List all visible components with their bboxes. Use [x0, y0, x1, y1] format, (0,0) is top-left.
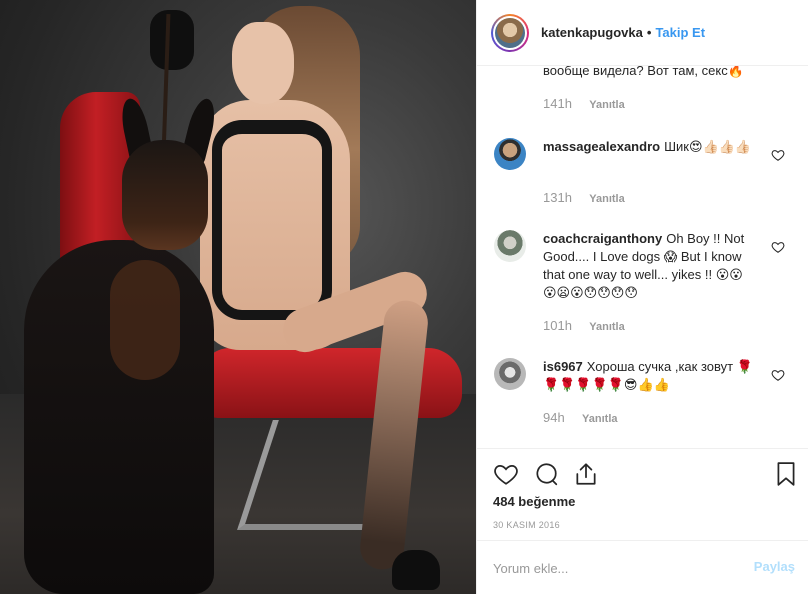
commenter-username[interactable]: is6967 — [543, 359, 583, 374]
comment-time[interactable]: 141h — [543, 96, 572, 111]
commenter-avatar[interactable] — [494, 230, 526, 262]
woman-glove — [150, 10, 194, 70]
comment-meta: 94h Yanıtla — [543, 410, 618, 425]
commenter-avatar[interactable] — [494, 138, 526, 170]
reply-button[interactable]: Yanıtla — [582, 413, 617, 425]
commenter-username[interactable]: coachcraiganthony — [543, 231, 662, 246]
post-photo[interactable] — [0, 0, 476, 594]
post-header: katenkapugovka • Takip Et — [477, 0, 808, 66]
post-sidebar: katenkapugovka • Takip Et вообще видела?… — [476, 0, 808, 594]
bookmark-icon[interactable] — [773, 461, 799, 487]
avatar-border — [493, 15, 527, 50]
comment-meta: 131h Yanıtla — [543, 190, 625, 205]
comment-meta: 141h Yanıtla — [543, 96, 625, 111]
share-icon[interactable] — [573, 461, 599, 487]
comment-text: вообще видела? Вот там, секс🔥 — [543, 66, 744, 78]
post-comment-button[interactable]: Paylaş — [754, 559, 795, 574]
post-actions: 484 beğenme 30 KASIM 2016 — [477, 448, 808, 540]
dog-head — [122, 140, 208, 250]
dog-chest — [110, 260, 180, 380]
post-date[interactable]: 30 KASIM 2016 — [493, 520, 560, 530]
add-comment-bar: Paylaş — [477, 540, 808, 594]
commenter-username[interactable]: massagealexandro — [543, 139, 660, 154]
comment-text: massagealexandro Шик😍👍🏻👍🏻👍🏻 — [543, 138, 755, 156]
author-username[interactable]: katenkapugovka — [541, 25, 643, 40]
commenter-avatar[interactable] — [494, 358, 526, 390]
reply-button[interactable]: Yanıtla — [589, 99, 624, 111]
likes-count[interactable]: 484 beğenme — [493, 494, 575, 509]
woman-shoe — [392, 550, 440, 590]
heart-icon[interactable] — [771, 240, 785, 254]
heart-icon[interactable] — [493, 461, 519, 487]
author-avatar[interactable] — [491, 13, 529, 52]
reply-button[interactable]: Yanıtla — [589, 193, 624, 205]
comment-time[interactable]: 94h — [543, 410, 565, 425]
woman-face — [232, 22, 294, 104]
comment-body: Шик😍👍🏻👍🏻👍🏻 — [664, 139, 752, 154]
comment-time[interactable]: 101h — [543, 318, 572, 333]
comment-text: is6967 Хороша сучка ,как зовут 🌹🌹🌹🌹🌹🌹😎👍👍 — [543, 358, 755, 394]
reply-button[interactable]: Yanıtla — [589, 321, 624, 333]
comments-list[interactable]: вообще видела? Вот там, секс🔥 141h Yanıt… — [477, 66, 808, 448]
heart-icon[interactable] — [771, 368, 785, 382]
comment-text: coachcraiganthony Oh Boy !! Not Good.... … — [543, 230, 755, 302]
header-separator: • — [646, 25, 652, 40]
comment-input[interactable] — [493, 555, 733, 581]
follow-button[interactable]: Takip Et — [655, 25, 705, 40]
leather-harness — [212, 120, 332, 320]
comment-icon[interactable] — [533, 461, 559, 487]
comment-meta: 101h Yanıtla — [543, 318, 625, 333]
heart-icon[interactable] — [771, 148, 785, 162]
comment-time[interactable]: 131h — [543, 190, 572, 205]
avatar-image — [495, 17, 525, 48]
